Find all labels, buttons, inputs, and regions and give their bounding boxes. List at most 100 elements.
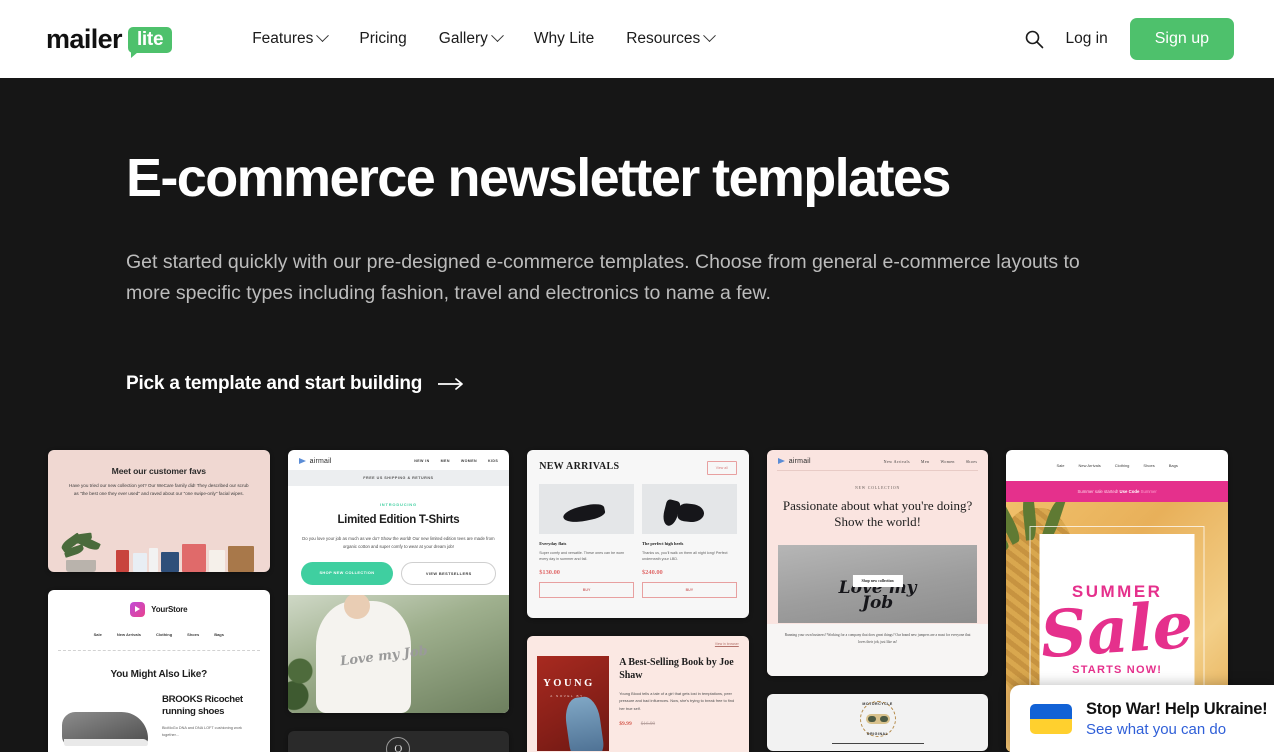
buy-button: BUY — [539, 581, 634, 598]
shop-new-collection-button: SHOP NEW COLLECTION — [300, 561, 394, 585]
tshirts-eyebrow: INTRODUCING — [379, 501, 417, 507]
search-icon[interactable] — [1024, 29, 1044, 49]
nav-label-gallery: Gallery — [438, 30, 488, 47]
hero-description: Get started quickly with our pre-designe… — [126, 250, 1080, 305]
nav-item-pricing[interactable]: Pricing — [359, 30, 406, 48]
tshirts-hero-image: Love my Job — [287, 594, 510, 713]
nav-new-arrivals: New Arrivals — [1078, 462, 1101, 468]
sneaker-image — [62, 694, 152, 750]
gallery-column-4: airmail New Arrivals Men Women Shoes NEW… — [766, 449, 989, 751]
divider — [58, 649, 260, 651]
header-actions: Log in Sign up — [1024, 18, 1234, 60]
tshirts-headline: Limited Edition T-Shirts — [337, 513, 460, 526]
product-desc: BioMoGo DNA and DNA LOFT cushioning work… — [162, 725, 242, 738]
ukraine-banner-text: Stop War! Help Ukraine! See what you can… — [1086, 699, 1268, 738]
view-in-browser-link: View in browser — [714, 641, 739, 646]
your-store-product: BROOKS Ricochet running shoes BioMoGo DN… — [48, 680, 270, 750]
flats-image — [539, 483, 634, 534]
nav-bags: Bags — [214, 631, 224, 637]
airmail-brand-name: airmail — [788, 457, 811, 465]
ukraine-support-banner[interactable]: Stop War! Help Ukraine! See what you can… — [1010, 685, 1274, 752]
ukraine-flag-icon — [1030, 703, 1072, 734]
shipping-bar: FREE US SHIPPING & RETURNS — [287, 469, 510, 486]
nav-women: Women — [940, 458, 955, 464]
paper-plane-icon — [298, 458, 306, 465]
pick-a-template-link[interactable]: Pick a template and start building — [126, 373, 464, 395]
book-price-new: $9.99 — [619, 720, 632, 727]
ukraine-banner-link[interactable]: See what you can do — [1086, 721, 1267, 738]
airmail-brand-name: airmail — [309, 457, 332, 465]
your-store-brand-name: YourStore — [151, 604, 188, 614]
nav-men: MEN — [440, 459, 450, 464]
nav-women: WOMEN — [460, 459, 477, 464]
airmail-brand: airmail — [777, 457, 811, 465]
nav-clothing: Clothing — [1114, 462, 1130, 468]
nav-label-why-lite: Why Lite — [533, 30, 595, 47]
product-cell-heels: The perfect high heels Thanks us, you'll… — [641, 483, 737, 598]
nav-shoes: Shoes — [965, 458, 978, 464]
template-card-your-store[interactable]: YourStore Sale New Arrivals Clothing Sho… — [48, 589, 270, 752]
nav-item-resources[interactable]: Resources — [626, 28, 717, 48]
nav-shoes: Shoes — [187, 631, 200, 637]
passionate-hero-image: Love my Job Shop new collection — [777, 545, 978, 624]
chevron-down-icon — [491, 28, 504, 42]
shop-new-collection-button: Shop new collection — [852, 575, 903, 588]
nav-item-features[interactable]: Features — [252, 28, 330, 48]
your-store-nav: Sale New Arrivals Clothing Shoes Bags — [48, 632, 270, 637]
nav-shoes: Shoes — [1143, 462, 1155, 468]
airmail-brand: airmail — [298, 457, 332, 465]
nav-sale: Sale — [1056, 462, 1065, 468]
ukraine-banner-title: Stop War! Help Ukraine! — [1086, 699, 1268, 718]
signup-button[interactable]: Sign up — [1129, 18, 1234, 60]
nav-item-why-lite[interactable]: Why Lite — [534, 30, 594, 48]
badge-top-text: MOTORCYCLE — [862, 701, 893, 706]
airmail-header: airmail New Arrivals Men Women Shoes — [767, 450, 989, 470]
customer-favs-title: Meet our customer favs — [111, 465, 206, 476]
airmail-nav: New Arrivals Men Women Shoes — [884, 459, 978, 464]
logo-text-mailer: mailer — [46, 23, 123, 54]
book-content: YOUNG A NOVEL BY A Best-Selling Book by … — [537, 655, 739, 751]
template-card-new-arrivals[interactable]: NEW ARRIVALS View all Everyday flats Sup… — [527, 449, 749, 618]
nav-label-features: Features — [252, 30, 314, 47]
template-card-limited-tshirts[interactable]: airmail NEW IN MEN WOMEN KIDS FREE US SH… — [287, 449, 510, 713]
product-desc: Super comfy and versatile. These ones ca… — [539, 550, 625, 562]
nav-new-arrivals: New Arrivals — [116, 631, 141, 637]
hero-section: E-commerce newsletter templates Get star… — [0, 78, 1274, 395]
tshirts-body: Do you love your job as much as we do? S… — [302, 535, 495, 549]
main-nav: Features Pricing Gallery Why Lite Resour… — [252, 28, 717, 48]
book-price-old: $16.99 — [640, 720, 656, 727]
nav-label-resources: Resources — [626, 30, 701, 47]
site-header: mailer lite Features Pricing Gallery Why… — [0, 0, 1274, 78]
book-cover-title: YOUNG — [543, 677, 595, 689]
divider — [831, 742, 924, 744]
your-store-headline: You Might Also Like? — [110, 668, 208, 680]
template-card-customer-favs[interactable]: Meet our customer favs Have you tried ou… — [48, 449, 270, 572]
promo-prefix: Summer sale started! — [1077, 488, 1119, 494]
gallery-column-3: NEW ARRIVALS View all Everyday flats Sup… — [527, 449, 749, 752]
nav-label-pricing: Pricing — [359, 30, 407, 47]
summer-sale-nav: Sale New Arrivals Clothing Shoes Bags — [1006, 450, 1228, 481]
gallery-column-1: Meet our customer favs Have you tried ou… — [48, 449, 270, 752]
product-cell-flats: Everyday flats Super comfy and versatile… — [539, 483, 634, 598]
mailerlite-logo[interactable]: mailer lite — [46, 23, 173, 58]
hero-cta-label: Pick a template and start building — [126, 372, 423, 394]
passionate-footer: Running your own business? Working for a… — [784, 633, 971, 645]
product-name: BROOKS Ricochet running shoes — [162, 693, 243, 717]
book-cover-image: YOUNG A NOVEL BY — [537, 655, 610, 751]
template-card-quality-dark[interactable]: Q — [287, 730, 510, 752]
template-card-book[interactable]: View in browser YOUNG A NOVEL BY A Best-… — [527, 635, 749, 752]
login-link[interactable]: Log in — [1066, 30, 1108, 48]
template-card-passionate[interactable]: airmail New Arrivals Men Women Shoes NEW… — [766, 449, 989, 676]
q-logo-icon: Q — [386, 737, 411, 752]
product-price: $130.00 — [539, 568, 560, 576]
template-card-motorcycle[interactable]: MOTORCYCLE ORIGINAL — [766, 693, 989, 751]
motorcycle-badge-icon: MOTORCYCLE ORIGINAL — [859, 700, 896, 737]
nav-item-gallery[interactable]: Gallery — [438, 28, 504, 48]
nav-sale: Sale — [93, 631, 102, 637]
customer-favs-body: Have you tried our new collection yet? O… — [69, 482, 249, 496]
chevron-down-icon — [703, 28, 717, 42]
promo-code: Summer — [1140, 488, 1157, 494]
page-title: E-commerce newsletter templates — [126, 148, 951, 208]
heels-image — [641, 483, 737, 534]
nav-new-arrivals: New Arrivals — [883, 458, 910, 464]
